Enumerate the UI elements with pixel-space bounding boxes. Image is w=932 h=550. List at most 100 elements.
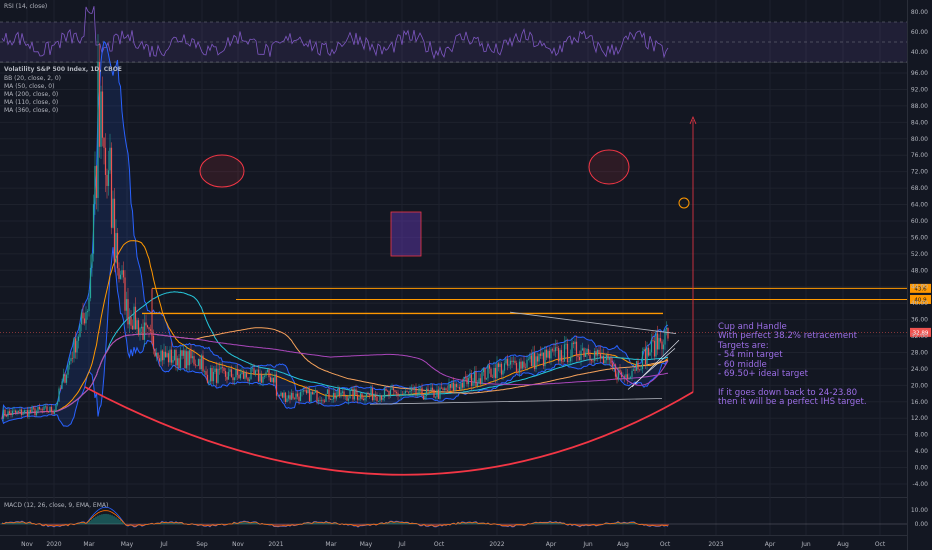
time-tick-label: Aug [617, 541, 629, 548]
macd-histogram-bar [13, 523, 15, 525]
candle-body [94, 166, 96, 205]
candle-body [74, 338, 77, 353]
candle-body [59, 388, 62, 390]
legend-ma50[interactable]: MA (50, close, 0) [4, 83, 61, 91]
candle-body [638, 369, 641, 370]
candle-body [533, 352, 536, 369]
macd-histogram-bar [547, 523, 549, 525]
candle-body [31, 407, 33, 413]
candle-body [89, 267, 92, 299]
macd-histogram-bar [553, 522, 555, 525]
candle-body [98, 62, 101, 147]
candle-body [361, 393, 363, 400]
candle-body [71, 358, 74, 359]
candle-body [382, 397, 384, 400]
candle-body [175, 349, 177, 366]
time-tick-label: Sep [196, 541, 208, 548]
price-tick-label: 20.00 [911, 382, 928, 389]
legend-ma200[interactable]: MA (200, close, 0) [4, 91, 61, 99]
chart-canvas[interactable]: 80.0060.0040.00 43.640.932.89 10.000.00 … [0, 0, 932, 550]
candle-body [491, 377, 494, 378]
candle-body [485, 378, 488, 380]
candle-body [487, 365, 489, 379]
candle-body [391, 388, 393, 390]
candle-body [199, 359, 201, 370]
price-tick-label: 96.00 [911, 70, 928, 77]
candle-body [320, 400, 323, 402]
candle-body [196, 365, 198, 366]
candle-body [298, 396, 300, 402]
candle-body [352, 388, 354, 400]
candle-body [25, 410, 27, 411]
candle-body [659, 338, 662, 342]
candle-body [5, 415, 8, 417]
candle-body [26, 410, 29, 417]
candle-body [601, 355, 603, 359]
macd-histogram-bar [121, 521, 123, 525]
candle-body [52, 411, 54, 414]
legend-bb[interactable]: BB (20, close, 2, 0) [4, 75, 61, 83]
macd-histogram-bar [247, 522, 249, 525]
candle-body [422, 395, 425, 400]
candle-body [191, 356, 194, 359]
macd-histogram-bar [327, 523, 329, 525]
candle-body [395, 392, 398, 394]
candle-body [398, 395, 401, 397]
price-tick-label: 92.00 [911, 86, 928, 93]
candle-body [227, 371, 230, 380]
candle-body [430, 387, 432, 391]
candle-body [280, 392, 282, 396]
candle-body [287, 395, 290, 399]
candle-body [647, 347, 650, 356]
candle-body [442, 388, 444, 391]
candle-body [104, 147, 107, 175]
candle-body [536, 356, 539, 362]
macd-histogram-bar [93, 517, 95, 525]
time-tick-label: Mar [83, 541, 95, 548]
macd-histogram-bar [469, 522, 471, 525]
candle-body [136, 320, 138, 330]
candle-body [464, 376, 467, 378]
candle-body [604, 360, 606, 364]
macd-histogram-bar [657, 524, 659, 526]
time-tick-label: May [121, 541, 134, 548]
candle-body [545, 349, 548, 358]
candle-body [587, 349, 590, 355]
candle-body [562, 361, 564, 362]
candle-body [397, 393, 399, 397]
candle-body [283, 392, 285, 398]
candle-body [658, 338, 660, 350]
time-tick-label: 2020 [46, 541, 61, 548]
candle-body [403, 393, 405, 395]
price-tick-label: 36.00 [911, 317, 928, 324]
candle-body [358, 398, 360, 400]
candle-body [388, 390, 390, 396]
candle-body [550, 349, 552, 359]
candle-body [101, 91, 104, 138]
price-tick-label: 16.00 [911, 399, 928, 406]
candle-body [253, 368, 255, 375]
candle-body [316, 390, 318, 402]
candle-body [349, 390, 351, 399]
candle-body [205, 371, 207, 375]
candle-body [41, 409, 44, 411]
candle-body [574, 341, 576, 344]
candle-body [401, 394, 404, 395]
candle-body [410, 388, 413, 391]
candle-body [616, 376, 618, 380]
candle-body [22, 413, 24, 416]
candle-body [62, 374, 65, 382]
candle-body [440, 387, 443, 389]
macd-histogram-bar [655, 524, 657, 526]
candle-body [344, 396, 347, 397]
candle-body [254, 370, 257, 375]
legend-ma360[interactable]: MA (360, close, 0) [4, 107, 61, 115]
candle-body [50, 406, 53, 412]
annotation-text[interactable]: Cup and Handle With perfect 38.2% retrace… [718, 322, 867, 408]
macd-tick-label: 10.00 [911, 507, 928, 514]
macd-histogram-bar [243, 522, 245, 525]
candle-body [325, 393, 327, 402]
candle-body [625, 374, 627, 378]
macd-histogram-bar [537, 523, 539, 525]
legend-ma110[interactable]: MA (110, close, 0) [4, 99, 61, 107]
